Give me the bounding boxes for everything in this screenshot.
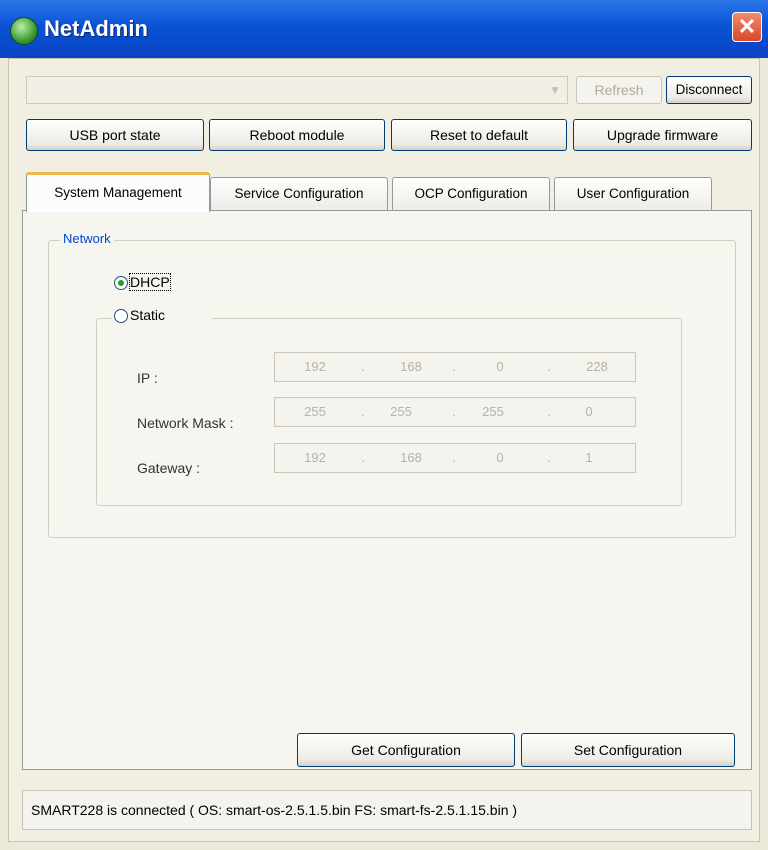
ip-octet-2: 168 [400,359,422,374]
tab-user-configuration[interactable]: User Configuration [554,177,712,211]
radio-selected-dot [118,280,124,286]
status-bar: SMART228 is connected ( OS: smart-os-2.5… [22,790,752,830]
static-label[interactable]: Static [130,307,165,323]
gateway-octet-3: 0 [496,450,504,465]
mask-octet-2: 255 [390,404,412,419]
reset-to-default-button[interactable]: Reset to default [391,119,567,151]
refresh-button[interactable]: Refresh [576,76,662,104]
gateway-label: Gateway : [137,460,201,476]
network-globe-icon [10,17,38,45]
dhcp-label[interactable]: DHCP [129,273,171,291]
tab-system-management[interactable]: System Management [26,172,210,212]
ip-octet-4: 228 [586,359,608,374]
get-configuration-button[interactable]: Get Configuration [297,733,515,767]
ip-label: IP : [137,370,158,386]
mask-octet-4: 0 [585,404,593,419]
chevron-down-icon[interactable]: ▼ [545,79,565,101]
network-mask-input[interactable]: 255 . 255 . 255 . 0 [274,397,636,427]
reboot-module-button[interactable]: Reboot module [209,119,385,151]
window-title: NetAdmin [44,16,148,41]
gateway-octet-1: 192 [304,450,326,465]
ip-octet-1: 192 [304,359,326,374]
static-radio[interactable] [114,309,128,323]
close-button[interactable]: ✕ [732,12,762,42]
tab-service-configuration[interactable]: Service Configuration [210,177,388,211]
device-select[interactable]: ▼ [26,76,568,104]
mask-octet-1: 255 [304,404,326,419]
gateway-input[interactable]: 192 . 168 . 0 . 1 [274,443,636,473]
mask-octet-3: 255 [482,404,504,419]
usb-port-state-button[interactable]: USB port state [26,119,204,151]
upgrade-firmware-button[interactable]: Upgrade firmware [573,119,752,151]
gateway-octet-4: 1 [585,450,593,465]
ip-address-input[interactable]: 192 . 168 . 0 . 228 [274,352,636,382]
close-icon: ✕ [737,14,757,39]
set-configuration-button[interactable]: Set Configuration [521,733,735,767]
disconnect-button[interactable]: Disconnect [666,76,752,104]
network-legend: Network [60,231,114,246]
gateway-octet-2: 168 [400,450,422,465]
ip-octet-3: 0 [496,359,504,374]
dhcp-radio[interactable] [114,276,128,290]
network-mask-label: Network Mask : [137,415,234,431]
tab-ocp-configuration[interactable]: OCP Configuration [392,177,550,211]
title-bar: NetAdmin ✕ [0,0,768,58]
